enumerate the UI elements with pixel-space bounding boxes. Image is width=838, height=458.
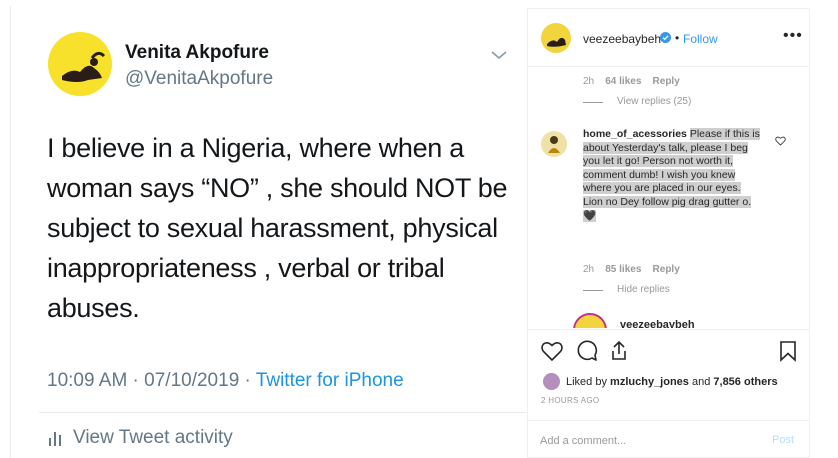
comment-time: 2h	[583, 264, 595, 275]
post-username[interactable]: veezeebaybeh	[583, 32, 661, 46]
reply-button[interactable]: Reply	[653, 264, 680, 275]
tweet-activity-label: View Tweet activity	[73, 427, 233, 448]
tweet-source-link[interactable]: Twitter for iPhone	[256, 370, 404, 391]
commenter-avatar[interactable]	[541, 131, 567, 157]
tweet-display-name[interactable]: Venita Akpofure	[125, 42, 269, 64]
likes-count[interactable]: 7,856 others	[713, 376, 777, 388]
avatar-figure-icon	[62, 51, 106, 82]
tweet-timestamp: 10:09 AM · 07/10/2019 ·	[47, 370, 256, 391]
avatar-figure-icon	[548, 136, 560, 153]
heart-icon[interactable]	[775, 136, 786, 146]
likes-middle: and	[691, 375, 711, 388]
post-actions: Liked by mzluchy_jones and 7,856 others …	[528, 329, 809, 457]
chevron-down-icon[interactable]	[489, 48, 509, 62]
post-header: veezeebaybeh • Follow •••	[528, 9, 809, 67]
verified-badge-icon	[660, 32, 671, 43]
divider	[39, 412, 526, 413]
commenter-username[interactable]: home_of_acessories	[583, 128, 687, 140]
comment-body: home_of_acessories Please if this is abo…	[583, 128, 765, 223]
reply-username[interactable]: veezeebaybeh	[620, 319, 695, 328]
analytics-icon	[49, 430, 61, 446]
share-icon[interactable]	[607, 339, 631, 363]
view-replies-button[interactable]: View replies (25)	[617, 96, 691, 107]
likes-summary: Liked by mzluchy_jones and 7,856 others	[543, 373, 778, 390]
tweet-handle[interactable]: @VenitaAkpofure	[125, 68, 273, 90]
avatar[interactable]	[541, 23, 571, 53]
post-timestamp: 2 HOURS AGO	[541, 396, 600, 405]
reply-button[interactable]: Reply	[653, 76, 680, 87]
tweet-card: Venita Akpofure @VenitaAkpofure I believ…	[10, 6, 526, 458]
post-button[interactable]: Post	[772, 434, 794, 446]
reply-avatar[interactable]	[573, 313, 607, 328]
tweet-text: I believe in a Nigeria, where when a wom…	[47, 133, 508, 323]
view-tweet-activity-button[interactable]: View Tweet activity	[49, 427, 233, 449]
separator-dot: •	[675, 31, 680, 45]
avatar[interactable]	[543, 373, 560, 390]
comment-text-line2: Lion no Dey follow pig drag gutter o. 🖤	[583, 195, 752, 222]
comment-time: 2h	[583, 76, 595, 87]
comment-meta: 2h 85 likes Reply	[583, 264, 680, 275]
comment-likes[interactable]: 64 likes	[605, 76, 641, 87]
instagram-post-panel: veezeebaybeh • Follow ••• 2h 64 likes Re…	[527, 8, 810, 458]
like-heart-icon[interactable]	[540, 339, 564, 363]
bookmark-icon[interactable]	[776, 339, 800, 363]
avatar-figure-icon	[547, 37, 566, 47]
follow-button[interactable]: Follow	[683, 32, 718, 46]
comments-list[interactable]: 2h 64 likes Reply View replies (25) home…	[528, 68, 809, 328]
tweet-meta: 10:09 AM · 07/10/2019 · Twitter for iPho…	[47, 370, 404, 392]
reply-line	[583, 290, 603, 291]
comment-box: Post	[528, 420, 809, 457]
likes-prefix: Liked by	[566, 375, 607, 388]
add-comment-input[interactable]	[540, 431, 750, 451]
more-options-icon[interactable]: •••	[783, 27, 803, 45]
liker-username[interactable]: mzluchy_jones	[610, 376, 689, 388]
tweet-avatar[interactable]	[48, 32, 112, 96]
comment-meta: 2h 64 likes Reply	[583, 76, 680, 87]
reply-line	[583, 102, 603, 103]
comment-likes[interactable]: 85 likes	[605, 264, 641, 275]
hide-replies-button[interactable]: Hide replies	[617, 284, 670, 295]
comment-bubble-icon[interactable]	[575, 339, 599, 363]
